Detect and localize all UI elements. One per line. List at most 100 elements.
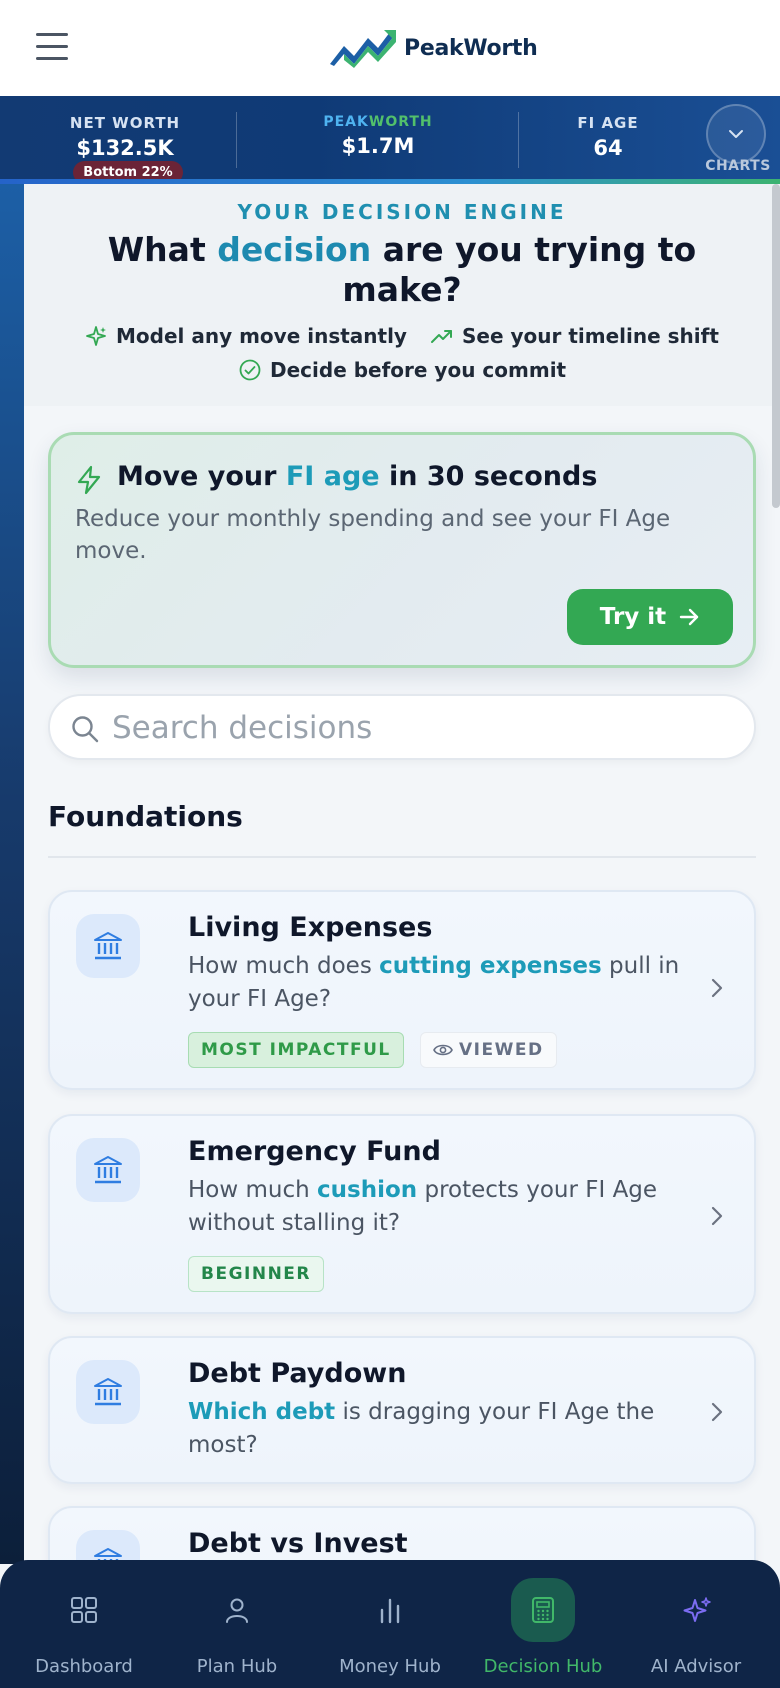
arrow-right-icon: [679, 608, 699, 626]
tag-beginner: BEGINNER: [188, 1256, 325, 1292]
net-worth-value: $132.5K: [76, 136, 174, 160]
section-title: Foundations: [48, 800, 243, 833]
divider: [518, 112, 519, 168]
decision-card-debt-paydown[interactable]: Debt Paydown Which debt is dragging your…: [48, 1336, 756, 1484]
percentile-badge: Bottom 22%: [73, 161, 183, 184]
card-title: Debt vs Invest: [188, 1528, 408, 1559]
hero-eyebrow: YOUR DECISION ENGINE: [237, 200, 567, 224]
card-description: How much cushion protects your FI Age wi…: [188, 1174, 688, 1240]
scrollbar-thumb[interactable]: [772, 184, 780, 508]
promo-title: Move your FI age in 30 seconds: [117, 461, 597, 492]
headline-text: are you trying to make?: [342, 230, 697, 309]
peakworth-label-peak: PEAK: [323, 114, 369, 130]
lightning-icon: [77, 465, 101, 495]
decision-card-debt-vs-invest[interactable]: Debt vs Invest: [48, 1506, 756, 1564]
card-icon-container: [76, 1138, 140, 1202]
charts-toggle-button[interactable]: [706, 104, 766, 164]
card-desc-highlight: cutting expenses: [379, 953, 602, 979]
feature-decide: Decide before you commit: [238, 358, 566, 382]
try-it-button[interactable]: Try it: [567, 589, 733, 645]
net-worth-stat[interactable]: NET WORTH $132.5KBottom 22%: [20, 114, 230, 184]
feature-text: Decide before you commit: [270, 358, 567, 382]
peakworth-value: $1.7M: [341, 134, 415, 158]
user-icon: [226, 1598, 248, 1623]
chevron-right-icon: [711, 1402, 723, 1422]
promo-description: Reduce your monthly spending and see you…: [75, 506, 671, 564]
nav-label: AI Advisor: [650, 1656, 742, 1677]
tag-most-impactful: MOST IMPACTFUL: [188, 1032, 404, 1068]
trending-up-icon: [431, 330, 452, 343]
bottom-navigation: Dashboard Plan Hub Money Hub Decision Hu…: [0, 1560, 780, 1688]
nav-label: Dashboard: [35, 1656, 133, 1677]
peak-logo-icon: [330, 30, 396, 68]
app-bar: PeakWorth: [0, 0, 780, 96]
bank-icon: [94, 932, 122, 960]
decision-hub-content: YOUR DECISION ENGINE What decision are y…: [24, 184, 780, 1564]
chevron-right-icon: [711, 978, 723, 998]
chevron-down-icon: [729, 130, 743, 138]
peakworth-stat[interactable]: PEAKWORTH $1.7M: [278, 114, 478, 158]
card-icon-container: [76, 1360, 140, 1424]
tag-viewed-label: VIEWED: [459, 1040, 544, 1060]
nav-item-money-hub[interactable]: Money Hub: [312, 1560, 468, 1688]
check-circle-icon: [239, 359, 261, 381]
promo-title-text: in 30 seconds: [379, 461, 598, 492]
card-title: Debt Paydown: [188, 1358, 407, 1389]
card-title: Emergency Fund: [188, 1136, 441, 1167]
divider: [236, 112, 237, 168]
promo-title-accent: FI age: [285, 461, 380, 492]
bank-icon: [94, 1378, 122, 1406]
grid-icon: [71, 1597, 97, 1623]
net-worth-label: NET WORTH: [69, 114, 181, 132]
menu-icon[interactable]: [36, 33, 68, 61]
feature-model: Model any move instantly: [84, 324, 407, 348]
feature-text: See your timeline shift: [462, 324, 719, 348]
bank-icon: [94, 1156, 122, 1184]
nav-item-decision-hub[interactable]: Decision Hub: [465, 1560, 621, 1688]
fi-age-label: FI AGE: [577, 114, 639, 132]
headline-text: What: [107, 230, 218, 269]
eye-icon: [433, 1044, 453, 1056]
sparkles-icon: [683, 1597, 711, 1622]
card-icon-container: [76, 914, 140, 978]
card-desc-highlight: Which debt: [188, 1399, 336, 1425]
card-description: How much does cutting expenses pull in y…: [188, 950, 688, 1016]
feature-text: Model any move instantly: [116, 324, 407, 348]
nav-label: Money Hub: [339, 1656, 441, 1677]
promo-title-text: Move your: [117, 461, 286, 492]
bar-chart-icon: [380, 1598, 400, 1624]
quick-start-card[interactable]: Move your FI age in 30 seconds Reduce yo…: [48, 432, 756, 668]
card-desc-text: How much does: [188, 953, 380, 979]
chevron-right-icon: [711, 1206, 723, 1226]
nav-item-plan-hub[interactable]: Plan Hub: [159, 1560, 315, 1688]
brand-name: PeakWorth: [404, 35, 538, 61]
nav-label: Decision Hub: [483, 1656, 603, 1677]
search-bar[interactable]: [48, 694, 756, 760]
charts-label: CHARTS: [705, 158, 771, 174]
brand-logo[interactable]: PeakWorth: [328, 18, 538, 78]
feature-timeline: See your timeline shift: [430, 324, 719, 348]
try-it-label: Try it: [599, 604, 667, 630]
calculator-icon: [532, 1597, 554, 1623]
search-icon: [72, 716, 99, 743]
hero-headline: What decision are you trying to make?: [84, 230, 720, 310]
fi-age-value: 64: [593, 136, 623, 160]
nav-item-ai-advisor[interactable]: AI Advisor: [618, 1560, 774, 1688]
card-desc-highlight: cushion: [317, 1177, 418, 1203]
tag-viewed: VIEWED: [420, 1032, 557, 1068]
peakworth-label-worth: WORTH: [368, 114, 433, 130]
side-panel-edge[interactable]: [0, 184, 24, 1564]
card-title: Living Expenses: [188, 912, 433, 943]
stats-band: NET WORTH $132.5KBottom 22% PEAKWORTH $1…: [0, 96, 780, 184]
headline-accent: decision: [217, 230, 372, 269]
fi-age-stat[interactable]: FI AGE 64: [548, 114, 668, 160]
nav-label: Plan Hub: [196, 1656, 278, 1677]
decision-card-emergency-fund[interactable]: Emergency Fund How much cushion protects…: [48, 1114, 756, 1314]
hero-section: YOUR DECISION ENGINE What decision are y…: [24, 184, 780, 406]
divider: [48, 856, 756, 858]
card-desc-text: How much: [188, 1177, 318, 1203]
card-description: Which debt is dragging your FI Age the m…: [188, 1396, 688, 1462]
search-input[interactable]: [112, 706, 732, 750]
decision-card-living-expenses[interactable]: Living Expenses How much does cutting ex…: [48, 890, 756, 1090]
nav-item-dashboard[interactable]: Dashboard: [6, 1560, 162, 1688]
